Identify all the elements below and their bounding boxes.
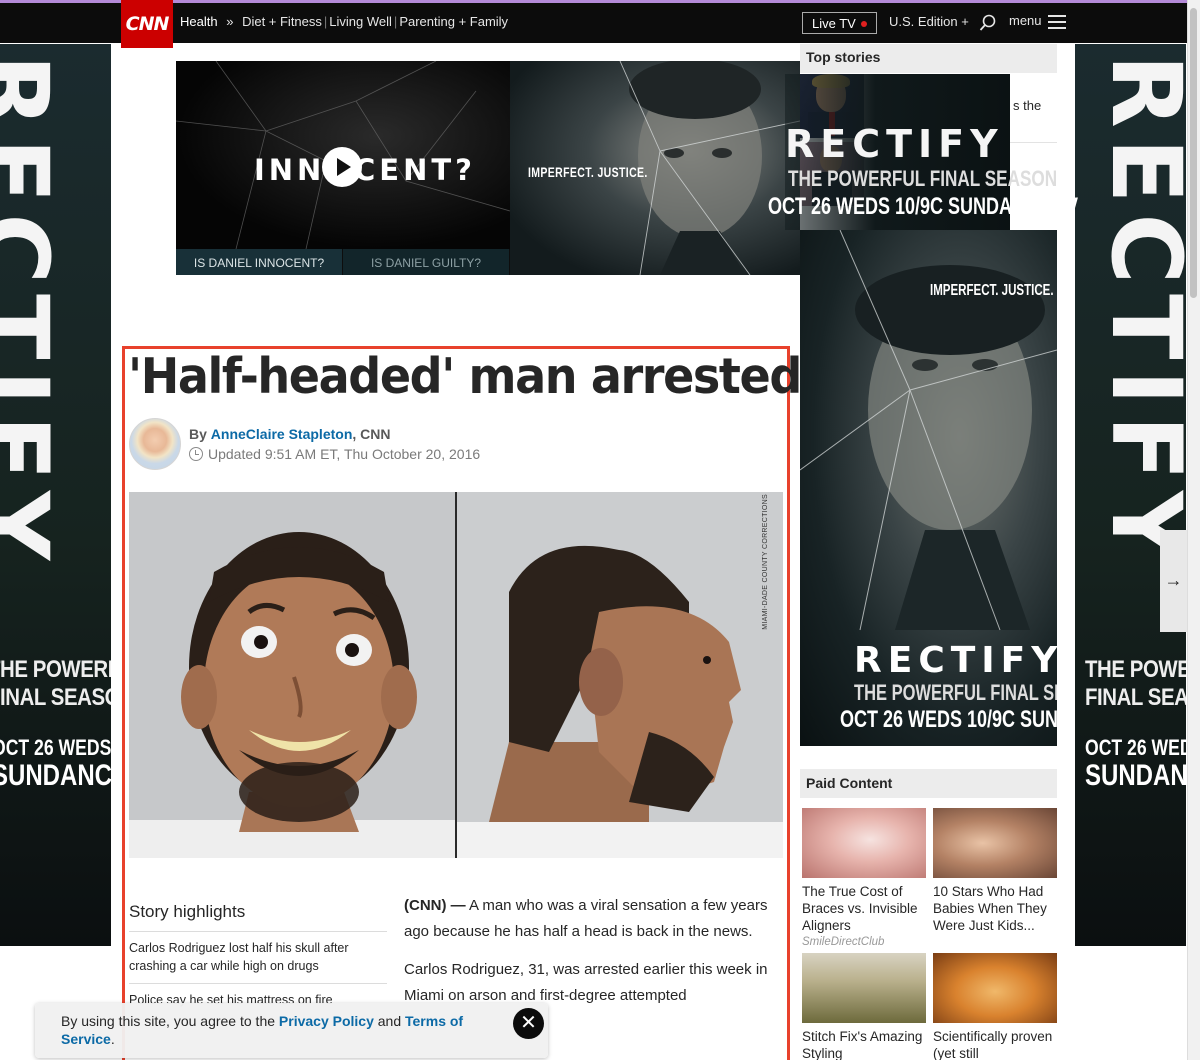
next-story-arrow-icon[interactable]: → (1160, 530, 1187, 632)
sidebar-ad-airdate: OCT 26 WEDS 10/9C SUNDANCE TV (840, 706, 1057, 733)
live-tv-label: Live TV (812, 16, 856, 31)
section-nav: Health » Diet + Fitness | Living Well | Pare… (180, 14, 508, 29)
photo-divider (455, 492, 457, 858)
paid-content-card[interactable]: Scientifically proven (yet still (933, 953, 1057, 1060)
byline-prefix: By (189, 426, 207, 442)
photo-credit: MIAMI-DADE COUNTY CORRECTIONS (762, 494, 769, 630)
byline: By AnneClaire Stapleton, CNN (189, 426, 391, 442)
skin-ad-network: SUNDANCE TV (0, 759, 111, 792)
search-icon[interactable] (979, 14, 997, 32)
skin-ad-airdate: OCT 26 WEDS 10/9C (0, 735, 111, 760)
live-indicator-icon (861, 21, 867, 27)
nav-section-health[interactable]: Health (180, 14, 218, 29)
right-skin-ad[interactable]: RECTIFY THE POWERFUL FINAL SEASON OCT 26… (1075, 44, 1186, 946)
paid-content-card[interactable]: Stitch Fix's Amazing Styling (802, 953, 926, 1060)
sidebar-ad-tagline: IMPERFECT. JUSTICE. (930, 282, 1054, 299)
skin-ad-airdate: OCT 26 WEDS 10/9C (1085, 735, 1186, 760)
live-tv-button[interactable]: Live TV (802, 12, 877, 34)
clock-icon (189, 447, 203, 461)
left-skin-ad[interactable]: RECTIFY THE POWERFUL FINAL SEASON OCT 26… (0, 44, 111, 946)
overlay-ad-line: THE POWERFUL FINAL SEASON (788, 166, 1058, 191)
article-paragraph: Carlos Rodriguez, 31, was arrested earli… (404, 961, 768, 1004)
paid-content-title[interactable]: Scientifically proven (yet still (933, 1028, 1057, 1060)
skin-ad-title: RECTIFY (1090, 54, 1186, 571)
top-story-headline[interactable]: s the (1013, 98, 1041, 113)
paid-content-image (802, 808, 926, 878)
cookie-consent-text: By using this site, you agree to the Pri… (61, 1012, 481, 1048)
highlights-divider (129, 983, 387, 984)
article-lead-paragraph: (CNN) — A man who was a viral sensation … (404, 893, 784, 944)
close-icon[interactable]: ✕ (513, 1008, 544, 1039)
story-highlights-heading: Story highlights (129, 902, 246, 921)
nav-link-diet-fitness[interactable]: Diet + Fitness (242, 14, 322, 29)
paid-content-heading: Paid Content (800, 769, 1057, 798)
paid-content-source: SmileDirectClub (802, 936, 885, 948)
updated-timestamp: Updated 9:51 AM ET, Thu October 20, 2016 (208, 446, 481, 462)
paid-content-title[interactable]: 10 Stars Who Had Babies When They Were J… (933, 883, 1057, 934)
paid-content-card[interactable]: 10 Stars Who Had Babies When They Were J… (933, 808, 1057, 934)
nav-link-living-well[interactable]: Living Well (329, 14, 392, 29)
scrollbar-thumb[interactable] (1190, 8, 1197, 298)
skin-ad-date: OCT 26 WEDS 10/9C SUNDANCE TV (0, 734, 111, 792)
paid-content-title[interactable]: Stitch Fix's Amazing Styling (802, 1028, 926, 1060)
author-link[interactable]: AnneClaire Stapleton (211, 426, 353, 442)
overlay-ad-title: RECTIFY (785, 122, 1004, 166)
paid-content-image (933, 808, 1057, 878)
play-icon[interactable] (322, 147, 362, 187)
hamburger-menu-icon[interactable] (1048, 15, 1066, 29)
is-daniel-guilty-button[interactable]: IS DANIEL GUILTY? (343, 249, 509, 275)
byline-outlet: , CNN (352, 426, 391, 442)
cookie-text-lead: By using this site, you agree to the (61, 1013, 279, 1029)
privacy-policy-link[interactable]: Privacy Policy (279, 1013, 374, 1029)
top-stories-heading: Top stories (800, 44, 1057, 73)
paid-content-title[interactable]: The True Cost of Braces vs. Invisible Al… (802, 883, 926, 934)
paid-content-card[interactable]: The True Cost of Braces vs. Invisible Al… (802, 808, 926, 948)
author-avatar[interactable] (129, 418, 181, 470)
skin-ad-tagline: THE POWERFUL FINAL SEASON (1085, 656, 1186, 711)
sidebar-ad-title: RECTIFY (854, 640, 1057, 681)
overlay-ad-airdate: OCT 26 WEDS 10/9C SUNDANCE TV (768, 193, 1079, 220)
banner-ad-tagline: IMPERFECT. JUSTICE. (528, 164, 648, 180)
menu-label[interactable]: menu (1009, 13, 1042, 28)
article-photo[interactable] (129, 492, 783, 858)
banner-ad-headline: INNOCENT? (254, 153, 476, 187)
is-daniel-innocent-button[interactable]: IS DANIEL INNOCENT? (176, 249, 342, 275)
highlights-divider (129, 931, 387, 932)
leaderboard-ad[interactable]: INNOCENT? IS DANIEL INNOCENT? IS DANIEL … (176, 61, 800, 275)
top-nav-bar: Health » Diet + Fitness | Living Well | Pare… (0, 3, 1187, 43)
sidebar-ad-line: THE POWERFUL FINAL SEASON (854, 680, 1057, 705)
nav-link-parenting-family[interactable]: Parenting + Family (399, 14, 508, 29)
nav-divider: | (393, 14, 398, 29)
skin-ad-title: RECTIFY (0, 54, 69, 571)
overlay-ad-fragment[interactable]: RECTIFY THE POWERFUL FINAL SEASON OCT 26… (768, 74, 1078, 230)
dateline: (CNN) — (404, 897, 466, 914)
nav-separator: » (226, 14, 234, 29)
skin-ad-network: SUNDANCE (1085, 759, 1186, 792)
cookie-text-and: and (373, 1013, 405, 1029)
skin-ad-date: OCT 26 WEDS 10/9C SUNDANCE (1085, 734, 1186, 792)
cookie-text-end: . (110, 1031, 115, 1047)
edition-selector[interactable]: U.S. Edition + (889, 14, 969, 29)
cookie-consent-banner: By using this site, you agree to the Pri… (35, 1003, 548, 1058)
article-headline: 'Half-headed' man arrested (128, 348, 802, 405)
paid-content-image (802, 953, 926, 1023)
skin-ad-tagline: THE POWERFUL FINAL SEASON (0, 656, 111, 711)
story-highlight-item: Carlos Rodriguez lost half his skull aft… (129, 941, 349, 973)
sidebar-ad[interactable]: IMPERFECT. JUSTICE. RECTIFY THE POWERFUL… (800, 230, 1057, 746)
nav-divider: | (323, 14, 328, 29)
paid-content-image (933, 953, 1057, 1023)
cnn-logo[interactable]: CNN (121, 0, 173, 48)
